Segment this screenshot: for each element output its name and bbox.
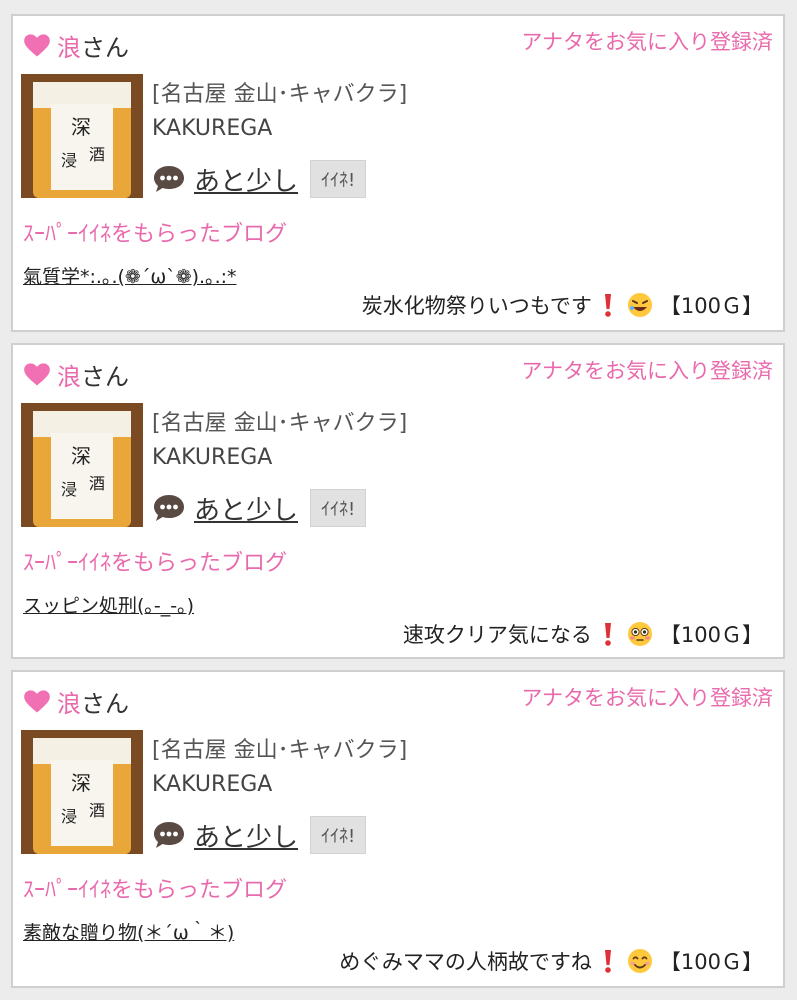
shop-name[interactable]: KAKUREGA [152,770,407,800]
svg-text:浸: 浸 [61,151,77,170]
svg-text:浸: 浸 [61,807,77,826]
flushed-emoji [627,622,652,646]
shop-location: [名古屋 金山･キャバクラ] [152,738,408,763]
favorite-status: アナタをお気に入り登録済 [521,359,773,383]
blog-title-link[interactable]: 氣質学*:.｡.(❁´ω`❁).｡.:* [23,262,237,289]
user-name[interactable]: 浪さん [57,684,129,719]
rofl-emoji [627,293,652,317]
shop-name[interactable]: KAKUREGA [152,114,407,144]
comment-text: 速攻クリア気になる [402,623,592,647]
points-label: 【100Ｇ】 [659,623,763,647]
shop-thumbnail[interactable]: 深 酒 浸 [21,730,143,854]
svg-text:深: 深 [71,115,91,139]
status-link[interactable]: あと少し [194,161,298,198]
blog-title-link[interactable]: 素敵な贈り物(＊´ω｀＊) [23,918,234,945]
comment: 炭水化物祭りいつもです 【100Ｇ】 [362,290,763,320]
status-row: あと少し ｲｲﾈ! [152,816,367,854]
status-link[interactable]: あと少し [194,490,298,527]
status-link[interactable]: あと少し [194,817,298,854]
super-iine-label: ｽｰﾊﾟｰｲｲﾈをもらったブログ [23,878,288,903]
speech-bubble-icon [154,166,184,192]
shop-thumbnail[interactable]: 深 酒 浸 [21,403,143,527]
status-row: あと少し ｲｲﾈ! [152,489,367,527]
points-label: 【100Ｇ】 [659,950,763,974]
svg-text:酒: 酒 [89,145,105,164]
blog-title-link[interactable]: スッピン処刑(｡-_-｡) [23,591,194,618]
heart-icon [24,33,50,56]
shop-info: [名古屋 金山･キャバクラ] KAKUREGA [152,409,407,473]
speech-bubble-icon [154,495,184,521]
heart-icon [24,689,50,712]
status-row: あと少し ｲｲﾈ! [152,160,367,198]
super-iine-label: ｽｰﾊﾟｰｲｲﾈをもらったブログ [23,551,288,576]
post-card: 浪さん アナタをお気に入り登録済 深 酒 浸 [名古屋 金山･キャバクラ] KA… [11,14,785,332]
svg-text:酒: 酒 [89,801,105,820]
super-iine-label: ｽｰﾊﾟｰｲｲﾈをもらったブログ [23,222,288,247]
svg-text:深: 深 [71,444,91,468]
comment: 速攻クリア気になる 【100Ｇ】 [403,619,763,649]
comment-text: 炭水化物祭りいつもです [361,294,592,318]
exclamation-icon [604,623,611,646]
comment-text: めぐみママの人柄故ですね [339,950,592,974]
user-name[interactable]: 浪さん [57,357,129,392]
speech-bubble-icon [154,822,184,848]
shop-info: [名古屋 金山･キャバクラ] KAKUREGA [152,80,407,144]
svg-text:酒: 酒 [89,474,105,493]
iine-button[interactable]: ｲｲﾈ! [310,816,367,854]
iine-button[interactable]: ｲｲﾈ! [310,160,367,198]
svg-text:浸: 浸 [61,480,77,499]
shop-location: [名古屋 金山･キャバクラ] [152,411,408,436]
user-row: 浪さん [23,684,129,719]
smile-emoji [627,949,652,973]
comment: めぐみママの人柄故ですね 【100Ｇ】 [339,946,763,976]
svg-text:深: 深 [71,771,91,795]
shop-thumbnail[interactable]: 深 酒 浸 [21,74,143,198]
user-name[interactable]: 浪さん [57,28,129,63]
shop-info: [名古屋 金山･キャバクラ] KAKUREGA [152,736,407,800]
favorite-status: アナタをお気に入り登録済 [521,30,773,54]
heart-icon [24,362,50,385]
post-card: 浪さん アナタをお気に入り登録済 深 酒 浸 [名古屋 金山･キャバクラ] KA… [11,343,785,659]
iine-button[interactable]: ｲｲﾈ! [310,489,367,527]
shop-location: [名古屋 金山･キャバクラ] [152,82,408,107]
shop-name[interactable]: KAKUREGA [152,443,407,473]
user-row: 浪さん [23,28,129,63]
favorite-status: アナタをお気に入り登録済 [521,686,773,710]
exclamation-icon [604,294,611,317]
points-label: 【100Ｇ】 [659,294,763,318]
post-card: 浪さん アナタをお気に入り登録済 深 酒 浸 [名古屋 金山･キャバクラ] KA… [11,670,785,988]
user-row: 浪さん [23,357,129,392]
exclamation-icon [604,950,611,973]
